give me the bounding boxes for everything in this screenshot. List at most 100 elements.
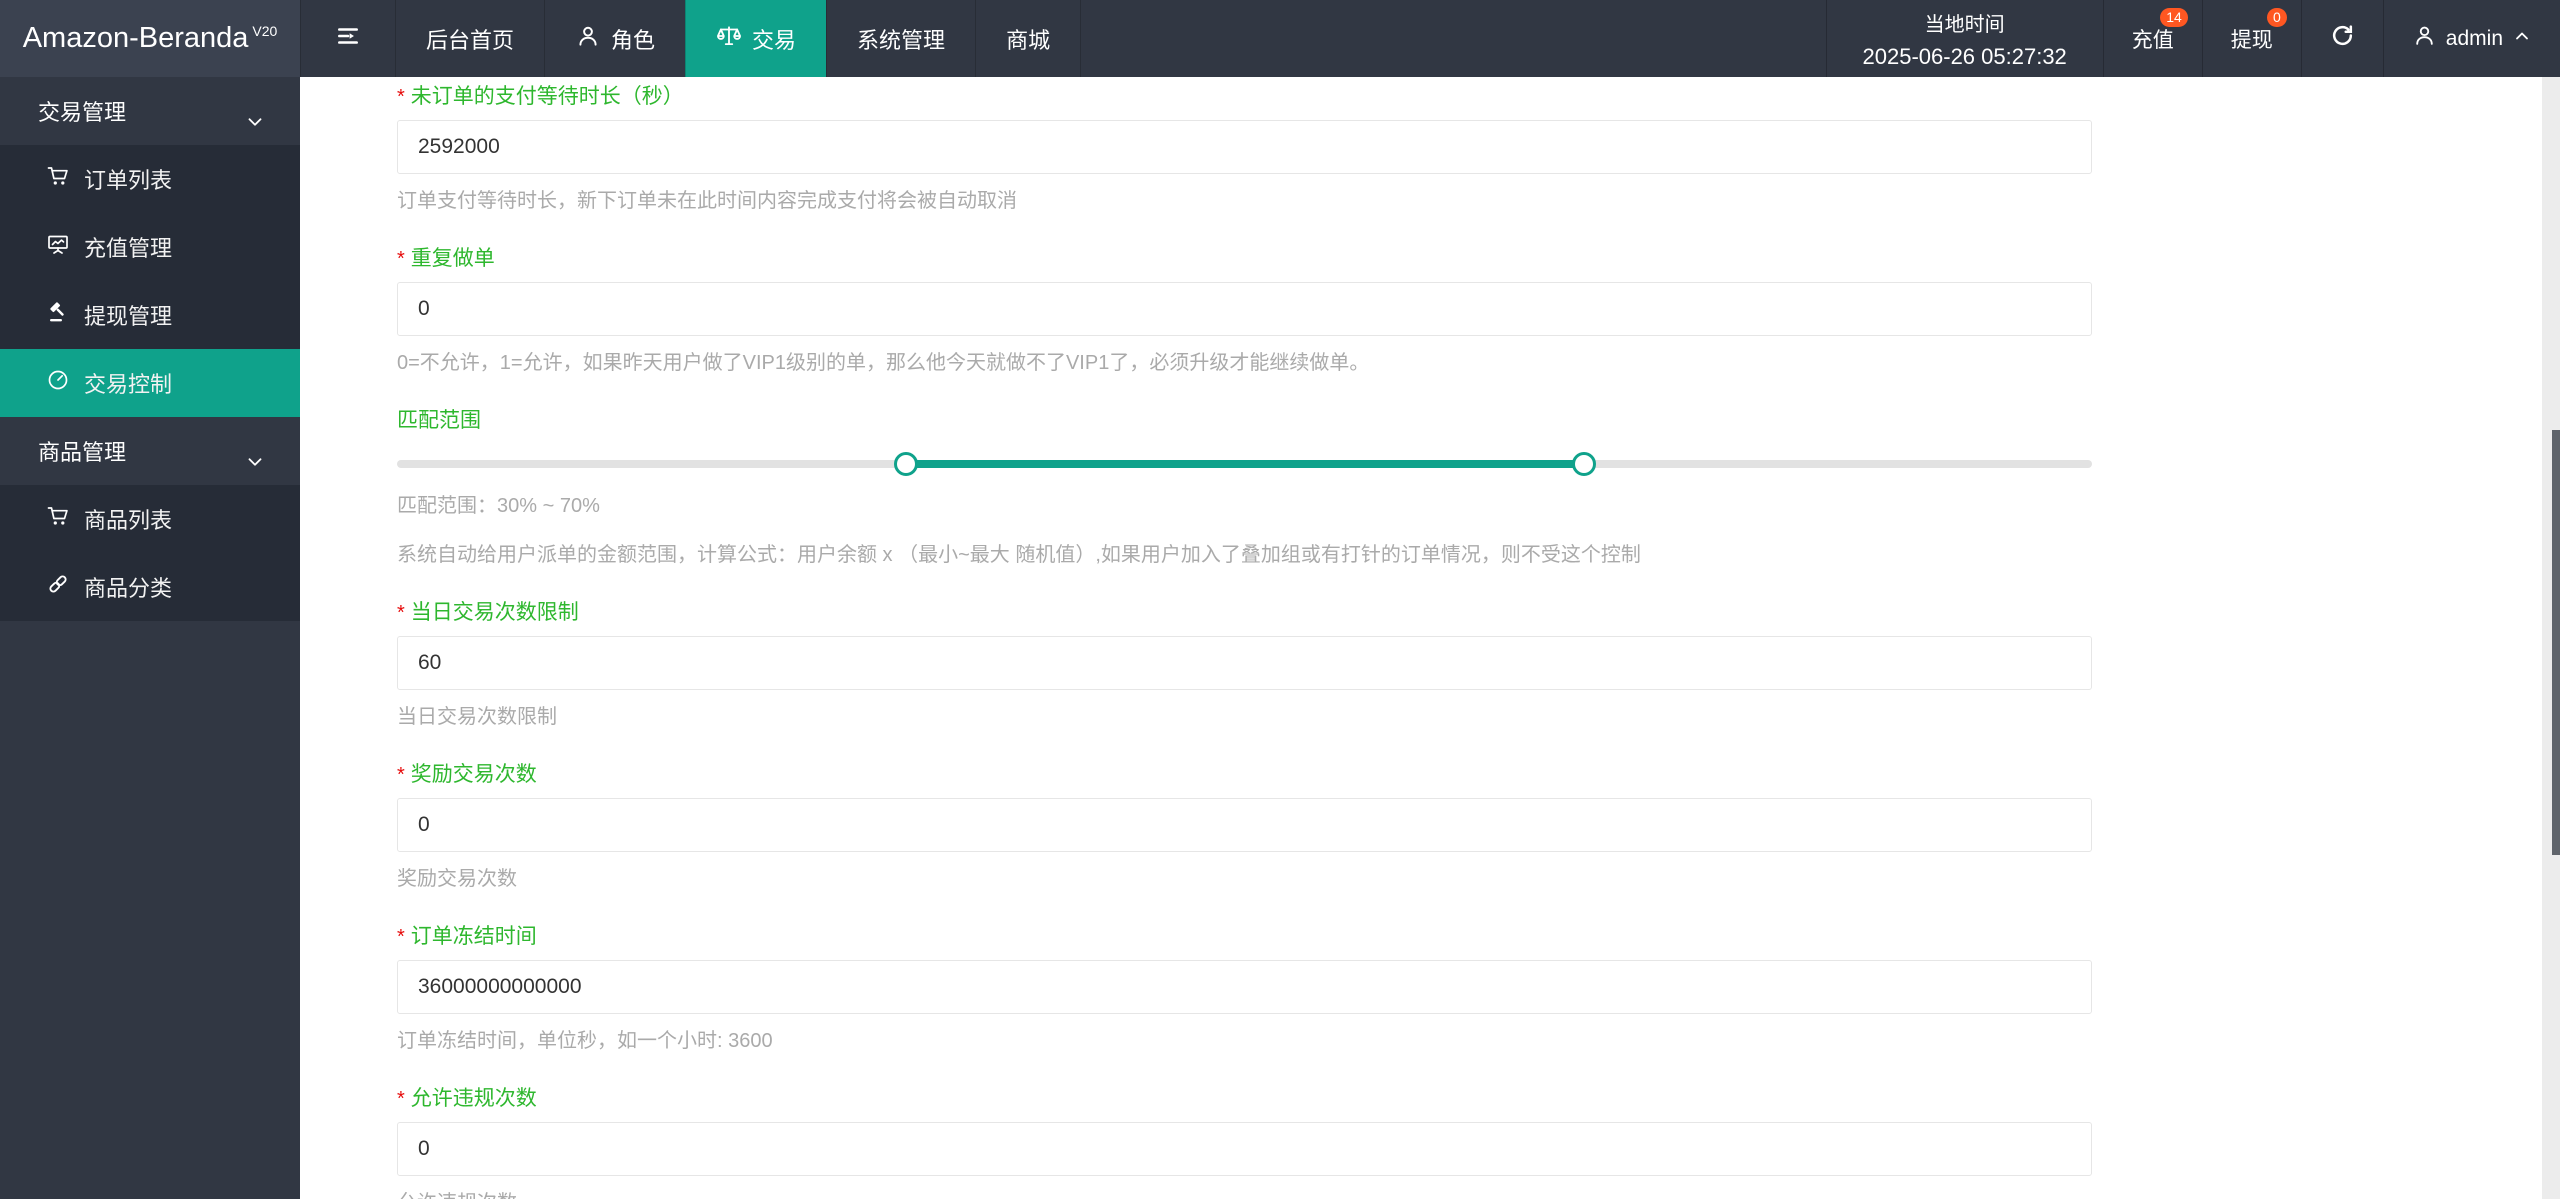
sidebar-collapse-button[interactable]	[300, 0, 395, 77]
field-label: * 允许违规次数	[397, 1087, 537, 1110]
daily-trade-limit-input[interactable]	[397, 636, 2092, 690]
form-field-daily-trade-limit: *当日交易次数限制 当日交易次数限制	[397, 599, 2092, 730]
form-field-allowed-violations: *允许违规次数 允许违规次数	[397, 1085, 2092, 1199]
main-content: *未订单的支付等待时长（秒） 订单支付等待时长，新下订单未在此时间内容完成支付将…	[300, 77, 2542, 1199]
slider-handle-max[interactable]	[1571, 452, 1596, 476]
field-label: 匹配范围	[397, 409, 481, 432]
section-title: 交易管理	[38, 100, 127, 125]
sidebar-item-label: 商品分类	[84, 576, 173, 601]
sidebar-item-product-category[interactable]: 商品分类	[0, 553, 300, 621]
sidebar: 交易管理 订单列表 充值管理 提现管理 交易控制 商品管理 商品列表 商品分类	[0, 77, 300, 1199]
required-asterisk: *	[397, 86, 405, 108]
link-icon	[46, 572, 70, 602]
withdraw-badge: 0	[2267, 8, 2287, 27]
nav-item-system-label: 系统管理	[857, 27, 946, 53]
nav-item-trade-label: 交易	[752, 27, 797, 53]
slider-handle-min[interactable]	[893, 452, 918, 476]
local-time-value: 2025-06-26 05:27:32	[1862, 43, 2067, 69]
recharge-badge: 14	[2160, 8, 2188, 27]
sidebar-item-label: 提现管理	[84, 304, 173, 329]
repeat-order-input[interactable]	[397, 282, 2092, 336]
username: admin	[2445, 26, 2503, 50]
field-help: 奖励交易次数	[397, 868, 517, 890]
field-label: * 订单冻结时间	[397, 925, 537, 948]
sidebar-item-label: 商品列表	[84, 508, 173, 533]
sidebar-submenu-trade: 订单列表 充值管理 提现管理 交易控制	[0, 145, 300, 417]
chevron-up-icon	[2512, 26, 2532, 52]
nav-item-system[interactable]: 系统管理	[826, 0, 975, 77]
user-menu[interactable]: admin	[2382, 0, 2560, 77]
sidebar-item-product-list[interactable]: 商品列表	[0, 485, 300, 553]
trade-control-form: *未订单的支付等待时长（秒） 订单支付等待时长，新下订单未在此时间内容完成支付将…	[397, 83, 2092, 1199]
nav-menu: 后台首页 角色 交易 系统管理 商城	[300, 0, 1082, 77]
sidebar-item-label: 交易控制	[84, 372, 173, 397]
sidebar-section-trade-management[interactable]: 交易管理	[0, 77, 300, 145]
field-help: 订单冻结时间，单位秒，如一个小时: 3600	[397, 1030, 773, 1052]
sidebar-section-product-management[interactable]: 商品管理	[0, 417, 300, 485]
field-help: 允许违规次数	[397, 1190, 2092, 1199]
scrollbar-track	[2542, 77, 2560, 1199]
required-asterisk: *	[397, 248, 405, 270]
section-title: 商品管理	[38, 440, 127, 465]
slider-active-segment	[905, 460, 1584, 468]
local-time: 当地时间 2025-06-26 05:27:32	[1825, 0, 2103, 77]
recharge-button[interactable]: 充值 14	[2102, 0, 2202, 77]
form-field-reward-trade-count: *奖励交易次数 奖励交易次数	[397, 761, 2092, 892]
brand-name: Amazon-Beranda	[22, 22, 249, 54]
sidebar-item-order-list[interactable]: 订单列表	[0, 145, 300, 213]
shrink-menu-icon	[335, 23, 361, 55]
recharge-label: 充值	[2131, 28, 2174, 52]
cart-icon	[46, 164, 70, 194]
pay-wait-time-input[interactable]	[397, 120, 2092, 174]
local-time-label: 当地时间	[1924, 13, 2005, 36]
field-label: * 奖励交易次数	[397, 763, 537, 786]
refresh-button[interactable]	[2300, 0, 2383, 77]
withdraw-label: 提现	[2230, 28, 2273, 52]
withdraw-button[interactable]: 提现 0	[2201, 0, 2301, 77]
scale-icon	[716, 23, 742, 55]
field-label: * 重复做单	[397, 247, 495, 270]
field-help: 0=不允许，1=允许，如果昨天用户做了VIP1级别的单，那么他今天就做不了VIP…	[397, 352, 1370, 374]
field-label: * 当日交易次数限制	[397, 601, 579, 624]
required-asterisk: *	[397, 764, 405, 786]
user-icon	[2412, 23, 2437, 54]
allowed-violations-input[interactable]	[397, 1122, 2092, 1176]
form-field-order-freeze-time: *订单冻结时间 订单冻结时间，单位秒，如一个小时: 3600	[397, 923, 2092, 1054]
top-navbar: Amazon-Beranda V20 后台首页 角色 交易 系统管理 商城 当地…	[0, 0, 2560, 77]
nav-item-role-label: 角色	[611, 27, 656, 53]
cart-icon	[46, 504, 70, 534]
form-field-pay-wait-time: *未订单的支付等待时长（秒） 订单支付等待时长，新下订单未在此时间内容完成支付将…	[397, 83, 2092, 214]
nav-item-home[interactable]: 后台首页	[395, 0, 544, 77]
field-help: 订单支付等待时长，新下订单未在此时间内容完成支付将会被自动取消	[397, 190, 1017, 212]
chart-board-icon	[46, 232, 70, 262]
field-help: 匹配范围：30% ~ 70%	[397, 495, 600, 517]
nav-item-role[interactable]: 角色	[544, 0, 685, 77]
field-label: * 未订单的支付等待时长（秒）	[397, 85, 684, 108]
sidebar-item-withdraw-management[interactable]: 提现管理	[0, 281, 300, 349]
sidebar-item-recharge-management[interactable]: 充值管理	[0, 213, 300, 281]
nav-item-home-label: 后台首页	[426, 27, 515, 53]
sidebar-item-label: 订单列表	[84, 168, 173, 193]
sidebar-submenu-product: 商品列表 商品分类	[0, 485, 300, 621]
form-field-repeat-order: *重复做单 0=不允许，1=允许，如果昨天用户做了VIP1级别的单，那么他今天就…	[397, 245, 2092, 376]
sidebar-item-label: 充值管理	[84, 236, 173, 261]
reward-trade-count-input[interactable]	[397, 798, 2092, 852]
brand-logo: Amazon-Beranda V20	[0, 0, 300, 77]
refresh-icon	[2330, 23, 2355, 54]
sidebar-item-trade-control[interactable]: 交易控制	[0, 349, 300, 417]
nav-item-trade[interactable]: 交易	[685, 0, 827, 77]
required-asterisk: *	[397, 1088, 405, 1110]
gavel-icon	[46, 300, 70, 330]
nav-item-mall[interactable]: 商城	[975, 0, 1082, 77]
gauge-icon	[46, 368, 70, 398]
required-asterisk: *	[397, 926, 405, 948]
scrollbar-thumb[interactable]	[2552, 430, 2560, 855]
form-field-match-range: 匹配范围 匹配范围：30% ~ 70% 系统自动给用户派单的金额范围，计算公式：…	[397, 407, 2092, 568]
field-help: 当日交易次数限制	[397, 706, 557, 728]
field-help-secondary: 系统自动给用户派单的金额范围，计算公式：用户余额 x （最小~最大 随机值）,如…	[397, 544, 1641, 566]
match-range-slider[interactable]	[397, 449, 2092, 479]
brand-version: V20	[252, 22, 278, 39]
nav-item-mall-label: 商城	[1006, 27, 1051, 53]
order-freeze-time-input[interactable]	[397, 960, 2092, 1014]
nav-right: 当地时间 2025-06-26 05:27:32 充值 14 提现 0 admi…	[1825, 0, 2560, 77]
